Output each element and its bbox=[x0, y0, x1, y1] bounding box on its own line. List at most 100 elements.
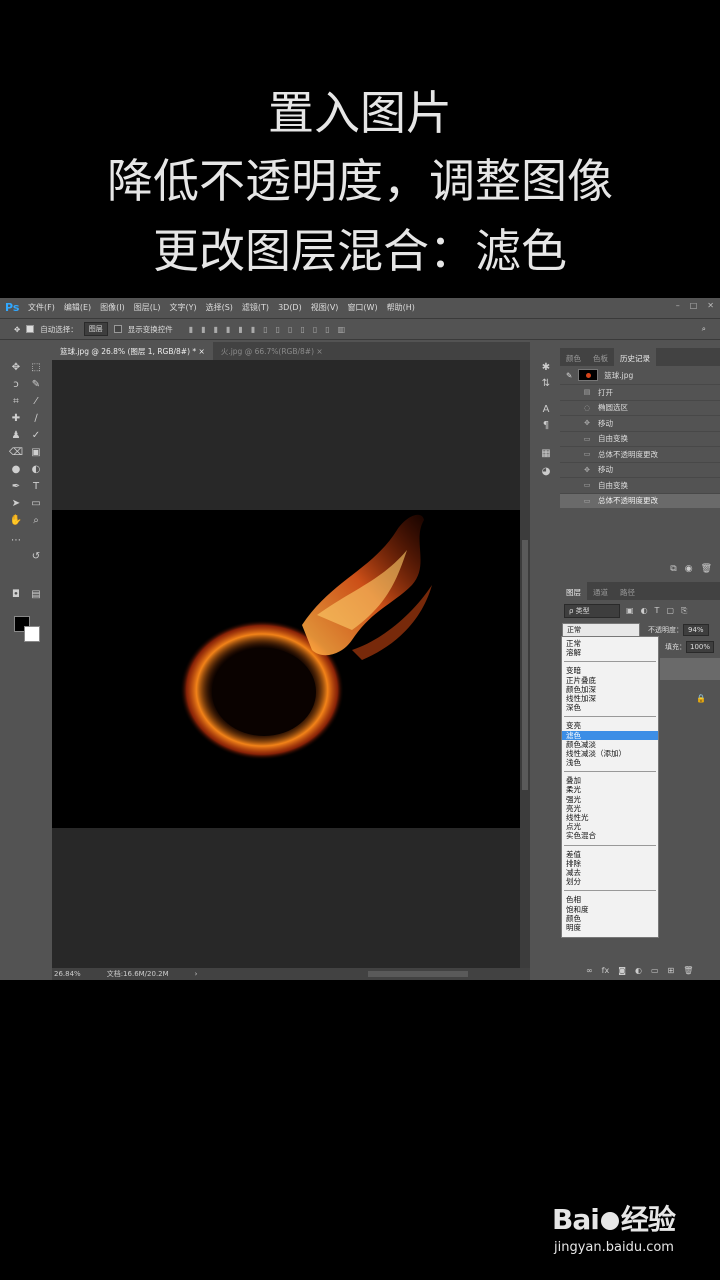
minimize-icon[interactable]: – bbox=[676, 301, 680, 310]
lasso-tool-icon[interactable]: ↄ bbox=[8, 378, 24, 392]
shape-filter-icon[interactable]: ▢ bbox=[666, 606, 674, 616]
type-tool-icon[interactable]: T bbox=[28, 480, 44, 494]
history-step[interactable]: ▭ 自由变换 bbox=[560, 477, 720, 493]
eraser-tool-icon[interactable]: ⌫ bbox=[8, 446, 24, 460]
blend-mode-dropdown[interactable]: 正常 bbox=[562, 623, 640, 637]
tab-channels[interactable]: 通道 bbox=[587, 582, 614, 600]
brush-settings-icon[interactable]: ✱ bbox=[540, 362, 552, 374]
eyedropper-tool-icon[interactable]: ⁄ bbox=[28, 395, 44, 409]
blend-option[interactable]: 减去 bbox=[562, 868, 658, 877]
link-layers-icon[interactable]: ∞ bbox=[586, 966, 593, 975]
move-tool-icon[interactable]: ✥ bbox=[14, 325, 20, 334]
move-tool-icon[interactable]: ✥ bbox=[8, 361, 24, 375]
menu-filter[interactable]: 滤镜(T) bbox=[242, 302, 269, 313]
stamp-tool-icon[interactable]: ♟ bbox=[8, 429, 24, 443]
history-snapshot[interactable]: ✎ 篮球.jpg bbox=[560, 366, 720, 384]
tab-layers[interactable]: 图层 bbox=[560, 582, 587, 600]
menu-3d[interactable]: 3D(D) bbox=[278, 303, 302, 312]
menu-image[interactable]: 图像(I) bbox=[100, 302, 125, 313]
new-group-icon[interactable]: ▭ bbox=[651, 966, 659, 975]
history-brush-source-icon[interactable]: ✎ bbox=[566, 371, 572, 380]
blend-option[interactable]: 深色 bbox=[562, 703, 658, 712]
type-filter-icon[interactable]: T bbox=[655, 606, 660, 616]
vertical-scrollbar[interactable] bbox=[520, 360, 530, 968]
blend-option[interactable]: 颜色 bbox=[562, 914, 658, 923]
distribute-left-icon[interactable]: ▯ bbox=[300, 325, 304, 334]
blend-option[interactable]: 差值 bbox=[562, 850, 658, 859]
history-step[interactable]: ▭ 自由变换 bbox=[560, 430, 720, 447]
screen-mode-icon[interactable]: ▤ bbox=[28, 588, 44, 602]
history-step[interactable]: ▤ 打开 bbox=[560, 384, 720, 400]
blend-option[interactable]: 变暗 bbox=[562, 666, 658, 675]
distribute-top-icon[interactable]: ▯ bbox=[263, 325, 267, 334]
auto-select-checkbox[interactable] bbox=[26, 325, 35, 333]
blend-option[interactable]: 色相 bbox=[562, 895, 658, 904]
tab-swatches[interactable]: 色板 bbox=[587, 348, 614, 366]
pen-tool-icon[interactable]: ✒ bbox=[8, 480, 24, 494]
blend-option-selected[interactable]: 滤色 bbox=[562, 730, 658, 740]
history-step[interactable]: ◌ 椭圆选区 bbox=[560, 399, 720, 416]
search-icon[interactable]: ⌕ bbox=[702, 324, 706, 334]
adjustment-filter-icon[interactable]: ◐ bbox=[641, 606, 648, 616]
zoom-tool-icon[interactable]: ⌕ bbox=[28, 514, 44, 528]
blend-option[interactable]: 柔光 bbox=[562, 785, 658, 794]
align-hcenter-icon[interactable]: ▮ bbox=[238, 325, 242, 334]
adjustments-icon[interactable]: ⇅ bbox=[540, 378, 552, 390]
doc-tab-fire[interactable]: 火.jpg @ 66.7%(RGB/8#) × bbox=[213, 342, 331, 360]
horizontal-scroll-thumb[interactable] bbox=[368, 971, 468, 977]
align-vcenter-icon[interactable]: ▮ bbox=[201, 325, 205, 334]
align-left-icon[interactable]: ▮ bbox=[226, 325, 230, 334]
blend-option[interactable]: 颜色加深 bbox=[562, 685, 658, 694]
menu-window[interactable]: 窗口(W) bbox=[347, 302, 377, 313]
vertical-scroll-thumb[interactable] bbox=[522, 540, 528, 790]
blend-option[interactable]: 线性光 bbox=[562, 813, 658, 822]
auto-select-dropdown[interactable]: 图层 bbox=[83, 322, 108, 336]
hand-tool-icon[interactable]: ✋ bbox=[8, 514, 24, 528]
adjustment-layer-icon[interactable]: ◐ bbox=[635, 966, 642, 975]
shape-tool-icon[interactable]: ▭ bbox=[28, 497, 44, 511]
blur-tool-icon[interactable]: ● bbox=[8, 463, 24, 477]
menu-layer[interactable]: 图层(L) bbox=[134, 302, 161, 313]
blend-option[interactable]: 饱和度 bbox=[562, 905, 658, 914]
delete-layer-icon[interactable]: 🗑 bbox=[683, 966, 693, 975]
blend-option[interactable]: 正片叠底 bbox=[562, 676, 658, 685]
menu-help[interactable]: 帮助(H) bbox=[387, 302, 415, 313]
blend-option[interactable]: 亮光 bbox=[562, 804, 658, 813]
tab-history[interactable]: 历史记录 bbox=[614, 348, 656, 366]
close-tab-icon[interactable]: × bbox=[316, 347, 322, 356]
properties-icon[interactable]: ▦ bbox=[540, 448, 552, 460]
more-tools-icon[interactable]: ⋯ bbox=[8, 534, 24, 548]
blend-option[interactable]: 明度 bbox=[562, 923, 658, 932]
opacity-input[interactable]: 94% bbox=[683, 624, 709, 636]
align-right-icon[interactable]: ▮ bbox=[251, 325, 255, 334]
tab-paths[interactable]: 路径 bbox=[614, 582, 641, 600]
history-brush-tool-icon[interactable]: ✓ bbox=[28, 429, 44, 443]
layer-kind-filter[interactable]: ρ 类型 bbox=[564, 604, 620, 618]
snapshot-camera-icon[interactable]: ◉ bbox=[685, 564, 693, 580]
crop-tool-icon[interactable]: ⌗ bbox=[8, 395, 24, 409]
blend-option[interactable]: 线性减淡（添加） bbox=[562, 749, 658, 758]
status-menu-arrow[interactable]: › bbox=[195, 970, 198, 978]
smart-object-filter-icon[interactable]: ⎘ bbox=[681, 606, 687, 616]
auto-align-icon[interactable]: ▥ bbox=[338, 325, 346, 334]
character-icon[interactable]: A bbox=[540, 404, 552, 416]
layer-row-selected[interactable] bbox=[660, 658, 720, 680]
document-canvas[interactable] bbox=[52, 510, 520, 828]
tab-color[interactable]: 颜色 bbox=[560, 348, 587, 366]
layer-style-icon[interactable]: fx bbox=[602, 966, 610, 975]
info-icon[interactable]: ◕ bbox=[540, 466, 552, 478]
close-tab-icon[interactable]: × bbox=[199, 347, 205, 356]
history-step-selected[interactable]: ▭ 总体不透明度更改 bbox=[560, 492, 720, 508]
menu-type[interactable]: 文字(Y) bbox=[169, 302, 196, 313]
paragraph-icon[interactable]: ¶ bbox=[540, 420, 552, 432]
align-bottom-icon[interactable]: ▮ bbox=[214, 325, 218, 334]
gradient-tool-icon[interactable]: ▣ bbox=[28, 446, 44, 460]
history-step[interactable]: ✥ 移动 bbox=[560, 415, 720, 431]
blend-option[interactable]: 排除 bbox=[562, 859, 658, 868]
blend-option[interactable]: 实色混合 bbox=[562, 831, 658, 840]
blend-option[interactable]: 溶解 bbox=[562, 648, 658, 657]
path-select-tool-icon[interactable]: ➤ bbox=[8, 497, 24, 511]
blend-option[interactable]: 浅色 bbox=[562, 758, 658, 767]
close-icon[interactable]: ✕ bbox=[707, 301, 714, 310]
new-layer-icon[interactable]: ⊞ bbox=[668, 966, 675, 975]
